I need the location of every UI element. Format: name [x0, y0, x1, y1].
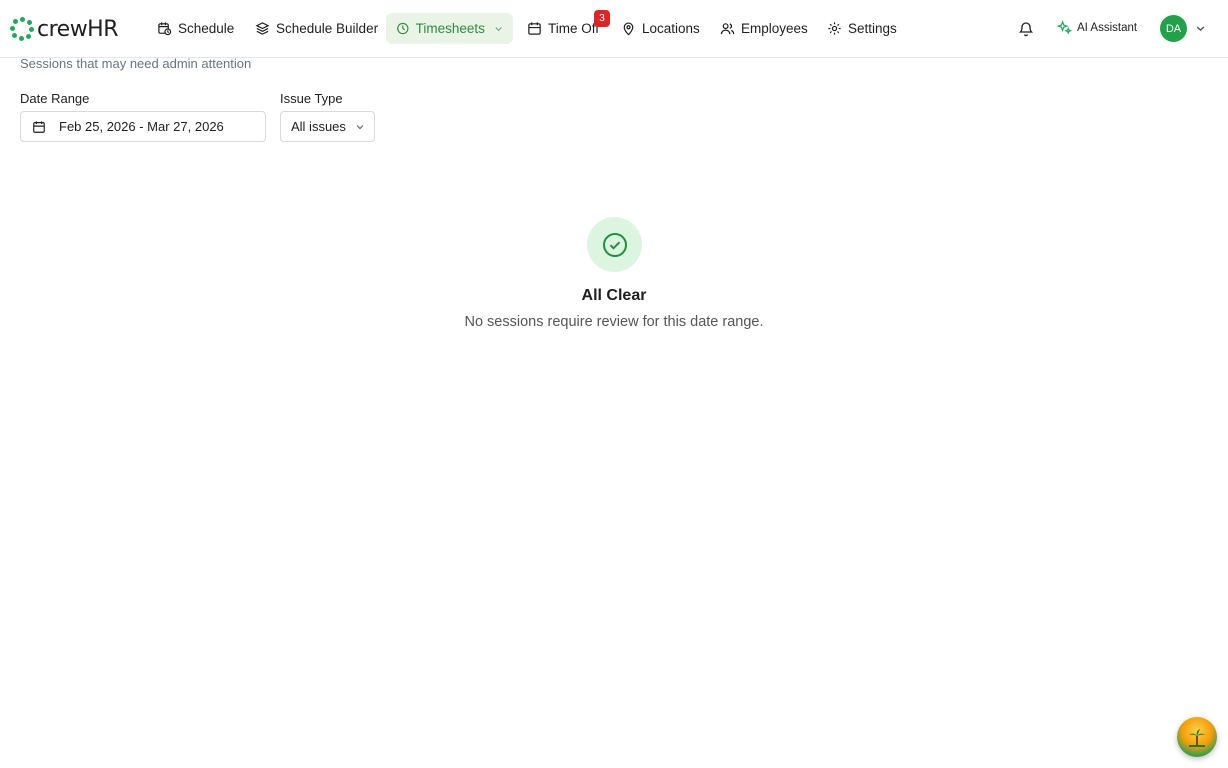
nav-schedule[interactable]: Schedule [147, 13, 244, 44]
calendar-icon [528, 22, 541, 35]
time-off-count-badge: 3 [594, 10, 610, 27]
floating-helper-button[interactable] [1177, 717, 1217, 757]
nav-settings[interactable]: Settings [817, 13, 907, 44]
date-range-value: Feb 25, 2026 - Mar 27, 2026 [59, 119, 224, 134]
nav-locations[interactable]: Locations [611, 13, 710, 44]
nav-timesheets-label: Timesheets [415, 21, 485, 36]
check-circle-icon [602, 232, 627, 257]
user-avatar[interactable]: DA [1160, 15, 1187, 42]
nav-timesheets[interactable]: Timesheets [386, 13, 513, 44]
nav-employees-label: Employees [741, 21, 808, 36]
date-range-picker[interactable]: Feb 25, 2026 - Mar 27, 2026 [20, 111, 266, 142]
date-range-label: Date Range [20, 91, 90, 106]
nav-schedule-label: Schedule [178, 21, 235, 36]
logo-icon [10, 17, 34, 41]
sparkles-icon [1057, 20, 1072, 35]
crewhr-logo[interactable]: crewHR [10, 15, 119, 43]
nav-settings-label: Settings [848, 21, 897, 36]
all-clear-badge [587, 217, 642, 272]
nav-time-off-label: Time Off [548, 21, 600, 36]
layers-icon [255, 22, 270, 35]
calendar-icon [33, 120, 45, 133]
chevron-down-icon [495, 26, 502, 31]
issue-type-label: Issue Type [280, 91, 343, 106]
nav-employees[interactable]: Employees [710, 13, 818, 44]
logo-text: crewHR [37, 16, 119, 42]
chevron-down-icon[interactable] [1195, 23, 1206, 34]
notifications-bell-icon[interactable] [1018, 20, 1034, 37]
issue-type-value: All issues [291, 119, 346, 134]
calendar-clock-icon [158, 22, 172, 36]
clock-icon [397, 22, 409, 35]
page-subtitle: Sessions that may need admin attention [20, 56, 252, 71]
empty-state-title: All Clear [581, 287, 647, 304]
gear-icon [828, 22, 841, 35]
nav-schedule-builder-label: Schedule Builder [276, 21, 379, 36]
ai-assistant-button[interactable]: AI Assistant [1057, 20, 1137, 35]
issue-type-select[interactable]: All issues [280, 111, 375, 142]
palm-tree-icon [1189, 729, 1205, 747]
nav-locations-label: Locations [642, 21, 700, 36]
chevron-down-icon [356, 124, 364, 129]
users-icon [720, 23, 735, 35]
map-pin-icon [623, 22, 634, 36]
top-navigation-bar: crewHR Schedule Schedule Builder Timeshe… [0, 0, 1228, 58]
ai-assistant-label: AI Assistant [1077, 21, 1138, 34]
empty-state-message: No sessions require review for this date… [464, 314, 764, 330]
nav-schedule-builder[interactable]: Schedule Builder [245, 13, 388, 44]
